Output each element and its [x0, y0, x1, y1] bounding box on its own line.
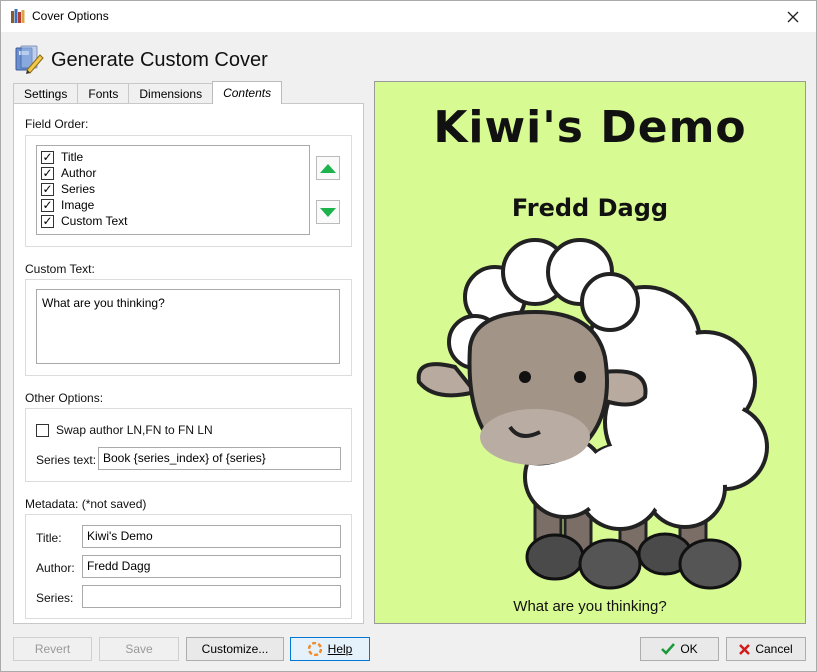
- tab-contents[interactable]: Contents: [212, 81, 283, 104]
- page-title: Generate Custom Cover: [51, 48, 268, 71]
- page-heading: Generate Custom Cover: [13, 43, 268, 77]
- list-item[interactable]: Title: [37, 149, 309, 165]
- help-button-label: Help: [327, 642, 353, 656]
- sheep-image: [416, 238, 769, 590]
- cancel-x-icon: [739, 643, 751, 655]
- title-bar: Cover Options: [1, 1, 816, 32]
- cancel-button[interactable]: Cancel: [726, 637, 806, 661]
- checkbox-custom-text[interactable]: [41, 214, 54, 228]
- author-input[interactable]: Fredd Dagg: [82, 555, 341, 578]
- save-button[interactable]: Save: [99, 637, 179, 661]
- list-item-label: Image: [61, 198, 95, 212]
- list-item-label: Custom Text: [61, 214, 128, 228]
- revert-button[interactable]: Revert: [13, 637, 92, 661]
- tab-settings[interactable]: Settings: [13, 83, 79, 104]
- title-label: Title:: [36, 531, 62, 545]
- checkbox-title[interactable]: [41, 150, 54, 164]
- cover-title: Kiwi's Demo: [433, 102, 747, 153]
- other-options-group: [25, 408, 352, 482]
- checkbox-series[interactable]: [41, 182, 54, 196]
- cover-author: Fredd Dagg: [511, 194, 669, 222]
- series-label: Series:: [36, 591, 74, 605]
- metadata-label: Metadata: (*not saved): [25, 497, 147, 511]
- close-button[interactable]: [770, 1, 816, 32]
- tab-bar: Settings Fonts Dimensions Contents: [13, 81, 283, 104]
- cancel-button-label: Cancel: [755, 642, 793, 656]
- custom-text-input[interactable]: What are you thinking?: [36, 289, 340, 364]
- checkmark-icon: [661, 643, 676, 655]
- list-item-label: Author: [61, 166, 97, 180]
- list-item[interactable]: Image: [37, 197, 309, 213]
- calibre-books-icon: [11, 9, 25, 23]
- customize-button[interactable]: Customize...: [186, 637, 284, 661]
- checkbox-image[interactable]: [41, 198, 54, 212]
- series-input[interactable]: [82, 585, 341, 608]
- arrow-up-icon: [320, 163, 336, 173]
- checkbox-author[interactable]: [41, 166, 54, 180]
- cover-custom-text: What are you thinking?: [513, 598, 667, 615]
- list-item-label: Title: [61, 150, 84, 164]
- field-order-label: Field Order:: [25, 117, 89, 131]
- ok-button[interactable]: OK: [640, 637, 719, 661]
- list-item-label: Series: [61, 182, 96, 196]
- swap-author-label: Swap author LN,FN to FN LN: [56, 423, 213, 437]
- list-item[interactable]: Custom Text: [37, 213, 309, 229]
- ok-button-label: OK: [680, 642, 698, 656]
- help-button[interactable]: Help: [290, 637, 370, 661]
- cover-preview: Kiwi's Demo Fredd Dagg What are you thin…: [374, 81, 806, 624]
- author-label: Author:: [36, 561, 75, 575]
- lifebuoy-icon: [307, 642, 322, 656]
- cover-options-dialog: Cover Options Generate Custom Cover Sett…: [0, 0, 817, 672]
- field-order-list[interactable]: Title Author Series Image Custom Text: [36, 145, 310, 235]
- series-text-label: Series text:: [36, 453, 97, 467]
- other-options-label: Other Options:: [25, 391, 104, 405]
- move-up-button[interactable]: [316, 156, 340, 180]
- swap-author-option[interactable]: Swap author LN,FN to FN LN: [36, 423, 213, 437]
- series-text-input[interactable]: Book {series_index} of {series}: [98, 447, 341, 470]
- arrow-down-icon: [320, 207, 336, 217]
- list-item[interactable]: Author: [37, 165, 309, 181]
- tab-dimensions[interactable]: Dimensions: [128, 83, 214, 104]
- contents-panel: Field Order: Title Author Series Image C…: [13, 103, 364, 624]
- tab-fonts[interactable]: Fonts: [77, 83, 130, 104]
- cover-pencil-icon: [15, 45, 44, 74]
- move-down-button[interactable]: [316, 200, 340, 224]
- list-item[interactable]: Series: [37, 181, 309, 197]
- title-input[interactable]: Kiwi's Demo: [82, 525, 341, 548]
- custom-text-label: Custom Text:: [25, 262, 95, 276]
- swap-author-checkbox[interactable]: [36, 423, 49, 437]
- close-icon: [787, 11, 799, 22]
- window-title: Cover Options: [32, 9, 109, 23]
